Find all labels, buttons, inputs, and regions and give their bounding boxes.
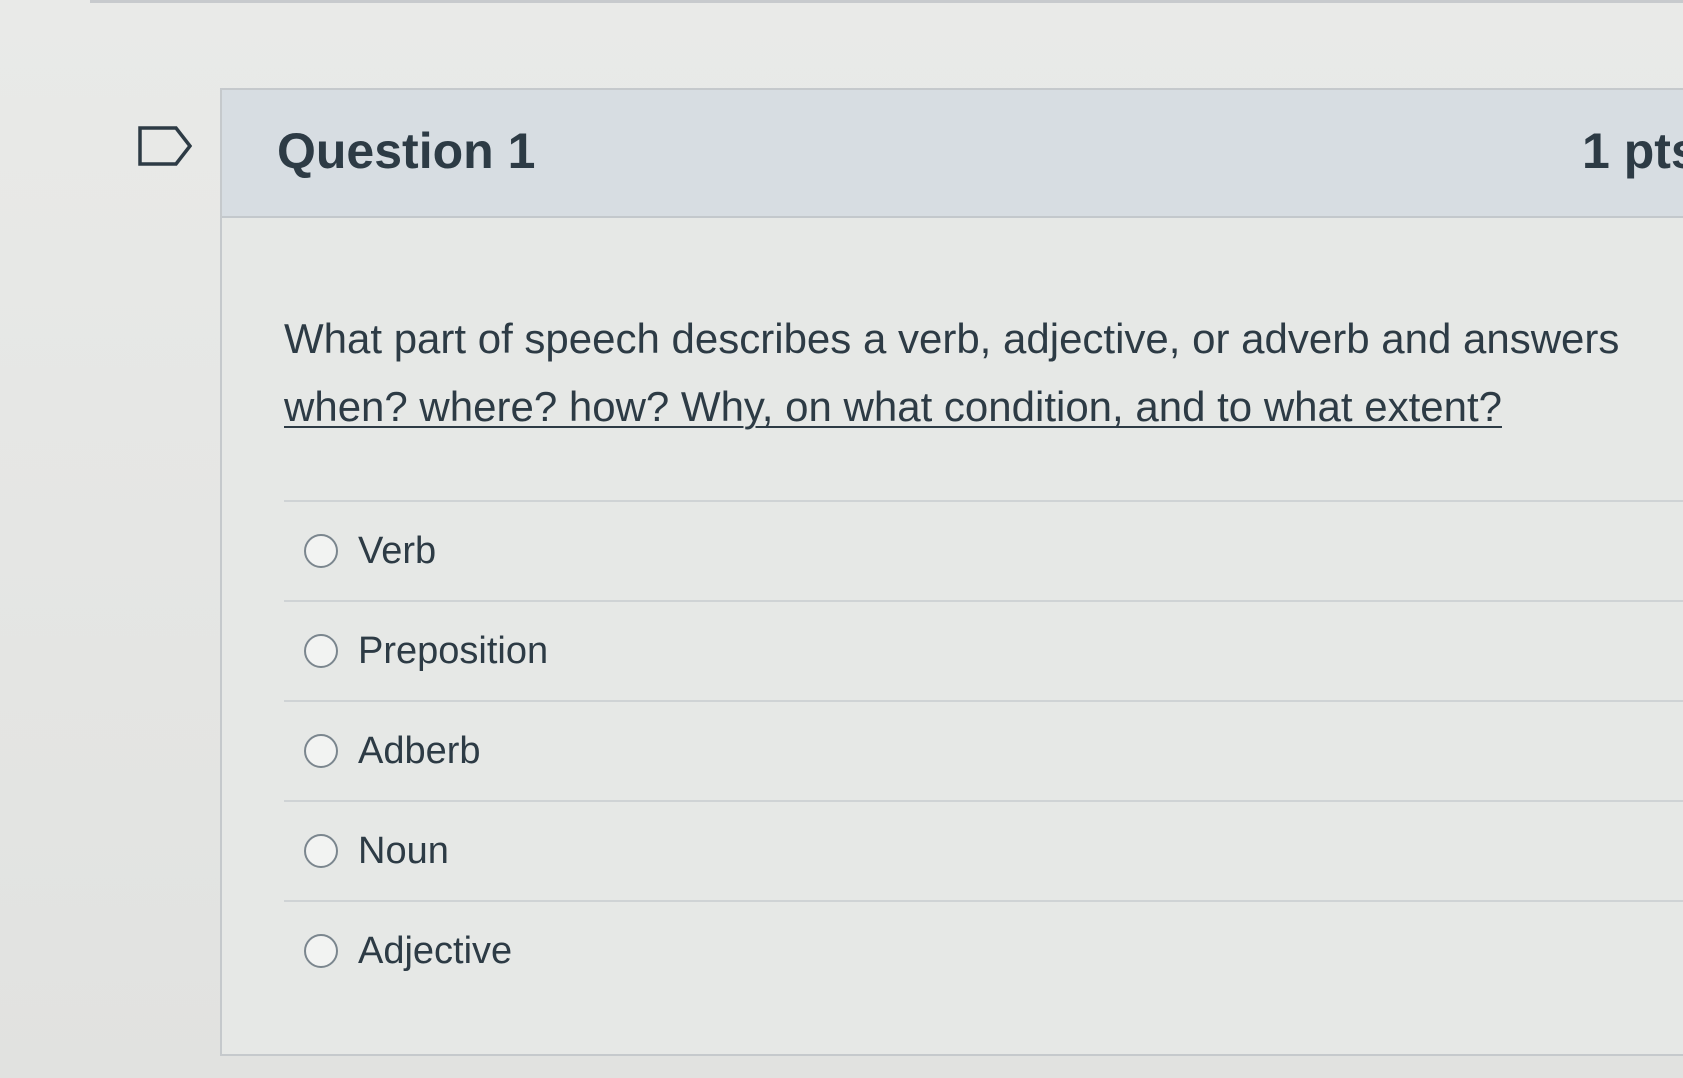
answer-option-noun[interactable]: Noun xyxy=(284,800,1683,900)
answer-option-adberb[interactable]: Adberb xyxy=(284,700,1683,800)
radio-button[interactable] xyxy=(304,834,338,868)
answer-label: Verb xyxy=(358,529,437,572)
top-divider xyxy=(90,0,1683,3)
answer-label: Adberb xyxy=(358,729,481,772)
radio-button[interactable] xyxy=(304,634,338,668)
question-text-underlined: when? where? how? Why, on what condition… xyxy=(284,383,1502,430)
answer-option-adjective[interactable]: Adjective xyxy=(284,900,1683,1000)
answer-label: Preposition xyxy=(358,629,549,672)
answer-list: Verb Preposition Adberb Noun Adjective xyxy=(284,500,1683,1000)
question-text-line1: What part of speech describes a verb, ad… xyxy=(284,315,1620,362)
quiz-page: Question 1 1 pts What part of speech des… xyxy=(0,0,1683,1078)
answer-label: Noun xyxy=(358,829,449,872)
question-title: Question 1 xyxy=(277,123,536,179)
radio-button[interactable] xyxy=(304,534,338,568)
question-card: Question 1 1 pts What part of speech des… xyxy=(220,88,1683,1056)
question-points: 1 pts xyxy=(1582,123,1683,179)
radio-button[interactable] xyxy=(304,734,338,768)
question-text: What part of speech describes a verb, ad… xyxy=(284,305,1683,441)
radio-button[interactable] xyxy=(304,934,338,968)
question-header: Question 1 1 pts xyxy=(222,90,1683,218)
answer-label: Adjective xyxy=(358,929,513,972)
flag-question-icon[interactable] xyxy=(138,126,193,166)
answer-option-preposition[interactable]: Preposition xyxy=(284,600,1683,700)
answer-option-verb[interactable]: Verb xyxy=(284,500,1683,600)
